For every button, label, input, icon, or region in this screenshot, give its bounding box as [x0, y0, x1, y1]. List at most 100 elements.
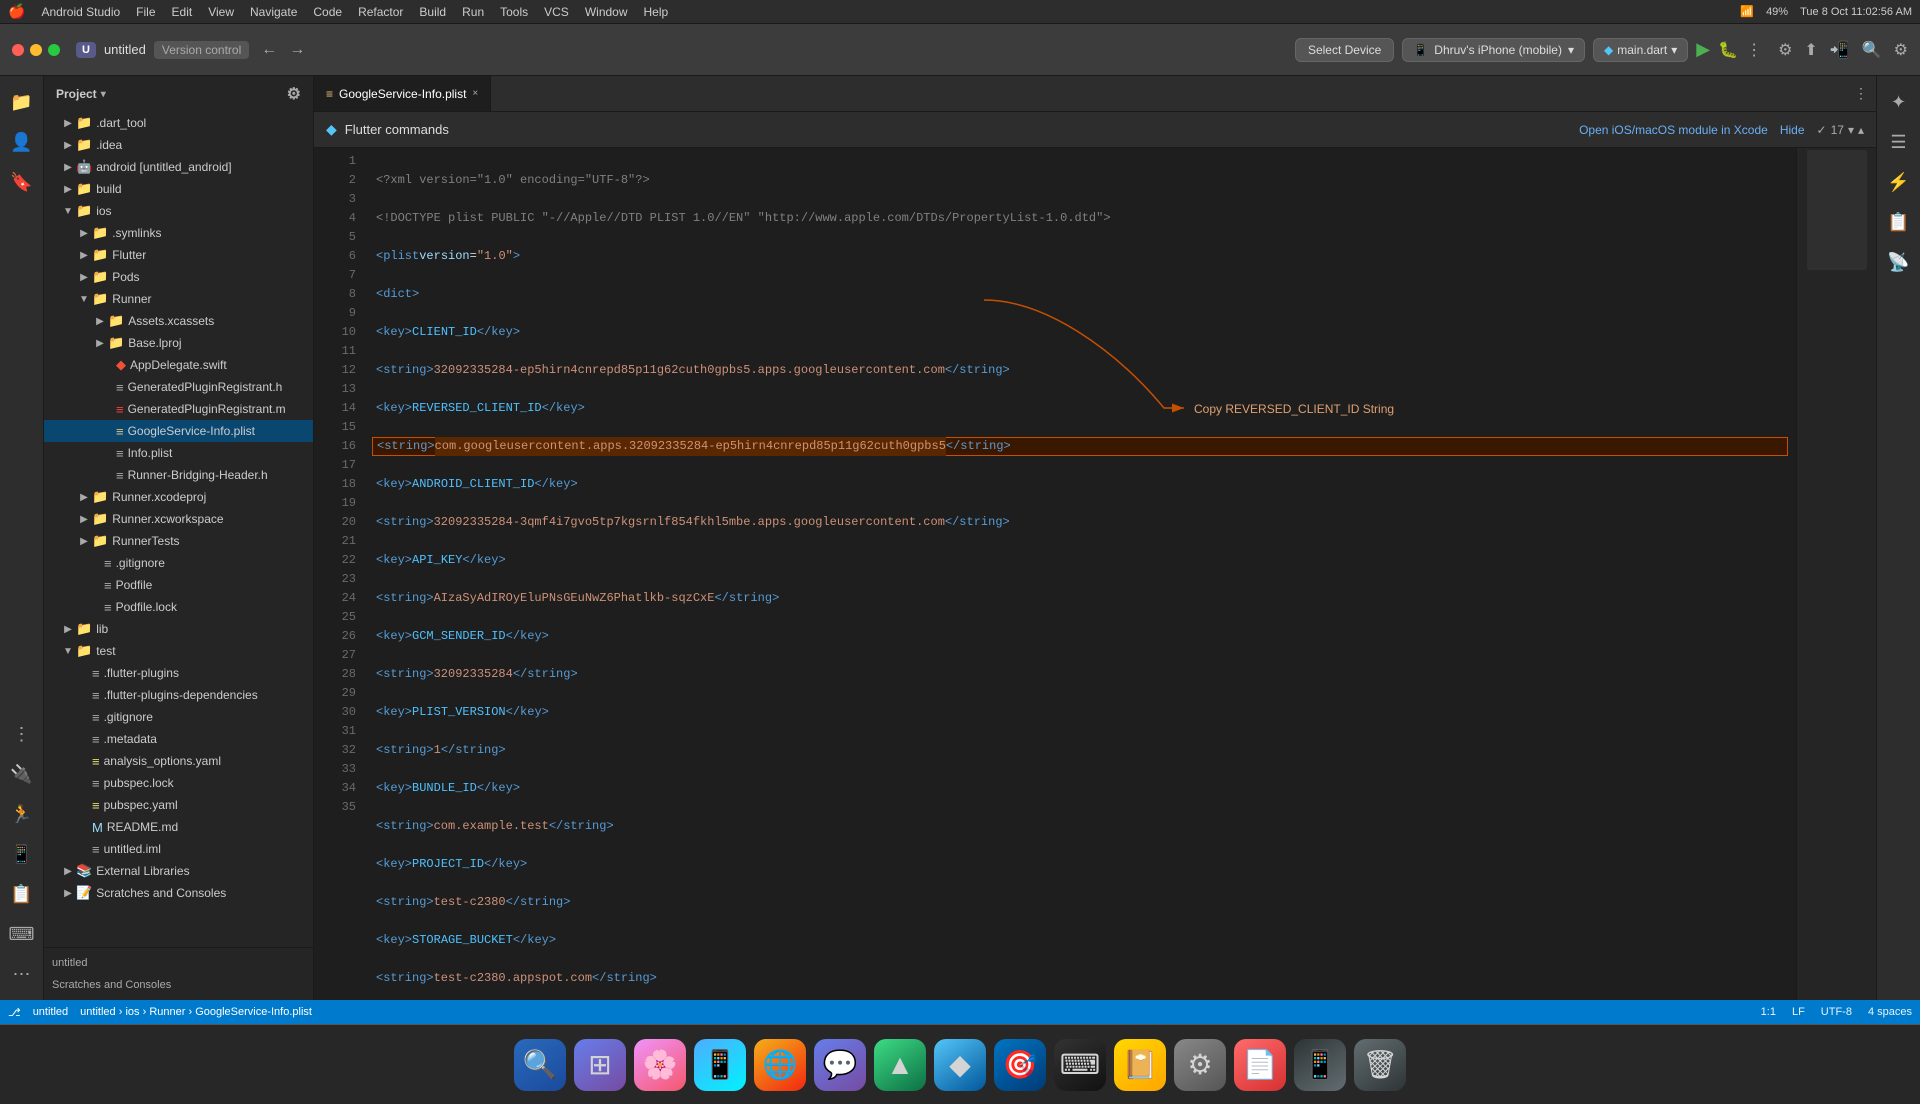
- charset-indicator[interactable]: UTF-8: [1821, 1006, 1852, 1018]
- tab-close-button[interactable]: ×: [472, 88, 478, 99]
- menu-code[interactable]: Code: [313, 5, 342, 19]
- hide-button[interactable]: Hide: [1780, 123, 1805, 137]
- dock-notes[interactable]: 📔: [1114, 1039, 1166, 1091]
- device-mirror-icon[interactable]: 📲: [1830, 40, 1850, 60]
- tree-item-lib[interactable]: ▶ 📁 lib: [44, 618, 313, 640]
- menu-file[interactable]: File: [136, 5, 155, 19]
- dock-android-studio[interactable]: ▲: [874, 1039, 926, 1091]
- tree-item-xcworkspace[interactable]: ▶ 📁 Runner.xcworkspace: [44, 508, 313, 530]
- dock-system-prefs[interactable]: ⚙: [1174, 1039, 1226, 1091]
- tree-item-metadata[interactable]: ▶ ≡ .metadata: [44, 728, 313, 750]
- dock-slack[interactable]: 💬: [814, 1039, 866, 1091]
- more-tools-icon[interactable]: ⋯: [4, 956, 40, 992]
- dock-photos[interactable]: 🌸: [634, 1039, 686, 1091]
- tree-item-gitignore-root[interactable]: ▶ ≡ .gitignore: [44, 706, 313, 728]
- menu-run[interactable]: Run: [462, 5, 484, 19]
- breadcrumb-file[interactable]: GoogleService-Info.plist: [195, 1006, 312, 1018]
- terminal-icon[interactable]: ⌨: [4, 916, 40, 952]
- dock-launchpad[interactable]: ⊞: [574, 1039, 626, 1091]
- tree-item-build[interactable]: ▶ 📁 build: [44, 178, 313, 200]
- tree-item-pubspec-yaml[interactable]: ▶ ≡ pubspec.yaml: [44, 794, 313, 816]
- menu-vcs[interactable]: VCS: [544, 5, 569, 19]
- dock-trash[interactable]: 🗑: [1354, 1039, 1406, 1091]
- line-ending[interactable]: LF: [1792, 1006, 1805, 1018]
- tree-item-podfile[interactable]: ▶ ≡ Podfile: [44, 574, 313, 596]
- plugin-icon[interactable]: 🔌: [4, 756, 40, 792]
- tree-item-external-libraries[interactable]: ▶ 📚 External Libraries: [44, 860, 313, 882]
- tree-item-dart-tool[interactable]: ▶ 📁 .dart_tool: [44, 112, 313, 134]
- menu-refactor[interactable]: Refactor: [358, 5, 403, 19]
- tree-item-readme[interactable]: ▶ M README.md: [44, 816, 313, 838]
- bottom-untitled[interactable]: untitled: [44, 952, 313, 974]
- logcat-icon[interactable]: 📋: [4, 876, 40, 912]
- git-icon[interactable]: 👤: [4, 124, 40, 160]
- version-control-button[interactable]: Version control: [154, 41, 249, 59]
- tree-item-symlinks[interactable]: ▶ 📁 .symlinks: [44, 222, 313, 244]
- breadcrumb-runner[interactable]: Runner: [149, 1006, 185, 1018]
- tree-item-appdelegate[interactable]: ▶ ◆ AppDelegate.swift: [44, 354, 313, 376]
- dock-flutter[interactable]: ◆: [934, 1039, 986, 1091]
- tree-item-flutter-plugins[interactable]: ▶ ≡ .flutter-plugins: [44, 662, 313, 684]
- main-dart-button[interactable]: ◆ main.dart ▾: [1593, 38, 1688, 62]
- tree-item-analysis-options[interactable]: ▶ ≡ analysis_options.yaml: [44, 750, 313, 772]
- menu-navigate[interactable]: Navigate: [250, 5, 297, 19]
- right-action-1[interactable]: ✦: [1881, 84, 1917, 120]
- right-action-2[interactable]: ☰: [1881, 124, 1917, 160]
- tree-item-podfile-lock[interactable]: ▶ ≡ Podfile.lock: [44, 596, 313, 618]
- select-device-button[interactable]: Select Device: [1295, 38, 1394, 62]
- position-indicator[interactable]: 1:1: [1761, 1006, 1776, 1018]
- device-icon-left[interactable]: 📱: [4, 836, 40, 872]
- close-window-button[interactable]: [12, 44, 24, 56]
- project-panel-icon[interactable]: 📁: [4, 84, 40, 120]
- tree-item-pubspec-lock[interactable]: ▶ ≡ pubspec.lock: [44, 772, 313, 794]
- search-everywhere-icon[interactable]: 🔍: [1862, 40, 1882, 60]
- tree-item-scratches[interactable]: ▶ 📝 Scratches and Consoles: [44, 882, 313, 904]
- back-button[interactable]: ←: [261, 41, 277, 59]
- tree-item-bridging[interactable]: ▶ ≡ Runner-Bridging-Header.h: [44, 464, 313, 486]
- indent-indicator[interactable]: 4 spaces: [1868, 1006, 1912, 1018]
- dock-simulator[interactable]: 📱: [694, 1039, 746, 1091]
- right-action-5[interactable]: 📡: [1881, 244, 1917, 280]
- dock-notchmeister[interactable]: 📱: [1294, 1039, 1346, 1091]
- apple-menu[interactable]: 🍎: [8, 3, 25, 20]
- tab-more-button[interactable]: ⋮: [1854, 85, 1868, 102]
- tab-googleservice[interactable]: ≡ GoogleService-Info.plist ×: [314, 76, 491, 111]
- project-settings-icon[interactable]: ⚙: [287, 84, 301, 104]
- tree-item-ios[interactable]: ▼ 📁 ios: [44, 200, 313, 222]
- tree-item-android[interactable]: ▶ 🤖 android [untitled_android]: [44, 156, 313, 178]
- bookmark-icon[interactable]: 🔖: [4, 164, 40, 200]
- settings-icon[interactable]: ⚙: [1778, 40, 1792, 60]
- tree-item-generated-m[interactable]: ▶ ≡ GeneratedPluginRegistrant.m: [44, 398, 313, 420]
- tree-item-flutter-plugins-deps[interactable]: ▶ ≡ .flutter-plugins-dependencies: [44, 684, 313, 706]
- dock-dart[interactable]: 🎯: [994, 1039, 1046, 1091]
- code-content[interactable]: <?xml version="1.0" encoding="UTF-8"?> <…: [364, 148, 1796, 1000]
- more-options-button[interactable]: ⋮: [1746, 40, 1762, 60]
- tree-item-runner[interactable]: ▼ 📁 Runner: [44, 288, 313, 310]
- tree-item-xcodeproj[interactable]: ▶ 📁 Runner.xcodeproj: [44, 486, 313, 508]
- tree-item-base[interactable]: ▶ 📁 Base.lproj: [44, 332, 313, 354]
- tree-item-info-plist[interactable]: ▶ ≡ Info.plist: [44, 442, 313, 464]
- tree-item-gitignore-ios[interactable]: ▶ ≡ .gitignore: [44, 552, 313, 574]
- project-panel-header[interactable]: Project ▾ ⚙: [44, 76, 313, 112]
- forward-button[interactable]: →: [289, 41, 305, 59]
- breadcrumb-ios[interactable]: ios: [125, 1006, 139, 1018]
- menu-build[interactable]: Build: [419, 5, 446, 19]
- minimap[interactable]: [1796, 148, 1876, 1000]
- device-selector[interactable]: 📱 Dhruv's iPhone (mobile) ▾: [1402, 38, 1585, 62]
- tree-item-flutter[interactable]: ▶ 📁 Flutter: [44, 244, 313, 266]
- tree-item-untitled-iml[interactable]: ▶ ≡ untitled.iml: [44, 838, 313, 860]
- right-action-3[interactable]: ⚡: [1881, 164, 1917, 200]
- menu-tools[interactable]: Tools: [500, 5, 528, 19]
- dock-pages[interactable]: 📄: [1234, 1039, 1286, 1091]
- share-icon[interactable]: ⬆: [1804, 40, 1817, 60]
- run-button[interactable]: ▶: [1696, 39, 1710, 60]
- menu-edit[interactable]: Edit: [172, 5, 193, 19]
- tree-item-idea[interactable]: ▶ 📁 .idea: [44, 134, 313, 156]
- flutter-icon-left[interactable]: 🏃: [4, 796, 40, 832]
- menu-android-studio[interactable]: Android Studio: [41, 5, 120, 19]
- maximize-window-button[interactable]: [48, 44, 60, 56]
- debug-button[interactable]: 🐛: [1718, 40, 1738, 60]
- ide-settings-icon[interactable]: ⚙: [1894, 40, 1908, 60]
- minimize-window-button[interactable]: [30, 44, 42, 56]
- tree-item-pods[interactable]: ▶ 📁 Pods: [44, 266, 313, 288]
